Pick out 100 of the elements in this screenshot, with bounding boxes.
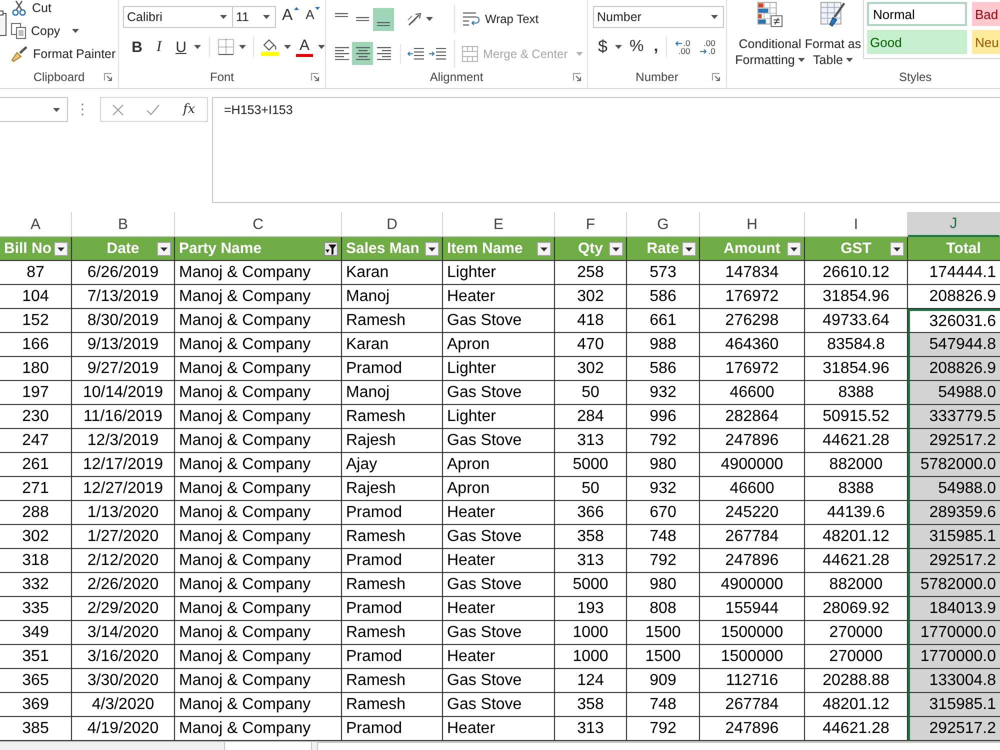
table-cell: 12/27/2019 [72, 477, 175, 501]
dropdown-icon[interactable] [425, 242, 439, 256]
table-cell: 313 [555, 429, 627, 453]
cell-style-option[interactable]: Good [867, 30, 967, 54]
text-orientation-icon[interactable] [407, 11, 423, 28]
column-header[interactable]: G [627, 212, 700, 237]
column-header[interactable]: B [72, 212, 175, 237]
column-header[interactable]: H [700, 212, 805, 237]
column-header[interactable]: A [0, 212, 72, 237]
format-painter-button[interactable]: Format Painter [9, 43, 118, 64]
table-cell: Ramesh [342, 573, 443, 597]
table-cell: 11/16/2019 [72, 405, 175, 429]
column-heading: Date [106, 240, 140, 257]
dropdown-icon[interactable] [787, 242, 801, 256]
checkmark-icon[interactable] [146, 104, 160, 116]
align-center-button[interactable] [352, 42, 373, 66]
dropdown-icon[interactable] [609, 242, 623, 256]
caret-icon[interactable] [263, 15, 270, 19]
shrink-font-button[interactable]: A [306, 7, 320, 27]
wrap-text-button[interactable]: Wrap Text [460, 8, 541, 30]
table-cell: 1500 [627, 621, 700, 645]
bold-button[interactable]: B [127, 36, 147, 58]
caret-icon[interactable] [318, 45, 325, 49]
table-cell: Heater [443, 645, 555, 669]
font-color-button[interactable]: A [296, 37, 313, 57]
table-cell: 349 [0, 621, 72, 645]
table-cell: 1000 [555, 621, 627, 645]
column-header[interactable]: E [443, 212, 555, 237]
percent-button[interactable]: % [629, 36, 644, 58]
column-heading: Total [946, 240, 981, 257]
table-cell: Ramesh [342, 525, 443, 549]
table-cell: Apron [443, 477, 555, 501]
cell-style-option[interactable]: Normal [867, 2, 967, 26]
indent-increase-icon[interactable] [429, 46, 446, 61]
table-cell: 12/17/2019 [72, 453, 175, 477]
grow-font-button[interactable]: A [282, 7, 299, 27]
table-cell: 333779.5 [908, 405, 1000, 429]
caret-icon[interactable] [220, 15, 227, 19]
caret-icon[interactable] [846, 58, 853, 62]
dialog-launcher-icon[interactable] [311, 72, 319, 80]
clipboard-icon[interactable] [0, 10, 7, 36]
dropdown-icon[interactable] [54, 242, 68, 256]
table-cell: 12/3/2019 [72, 429, 175, 453]
cell-style-option[interactable]: Neu [972, 30, 1000, 54]
table-cell: Ajay [342, 453, 443, 477]
dropdown-icon[interactable] [890, 242, 904, 256]
insert-function-button[interactable]: fx [183, 102, 196, 117]
column-header[interactable]: J [908, 212, 1000, 237]
horizontal-scrollbar[interactable] [317, 742, 1000, 750]
underline-button[interactable]: U [171, 36, 191, 58]
dialog-launcher-icon[interactable] [712, 72, 720, 80]
align-bottom-button[interactable] [373, 8, 394, 31]
filter-icon[interactable] [324, 242, 338, 256]
caret-icon[interactable] [194, 45, 201, 49]
cut-button[interactable]: Cut [9, 0, 54, 18]
caret-icon[interactable] [72, 28, 80, 32]
number-format-combo[interactable]: Number [593, 6, 724, 28]
caret-icon[interactable] [798, 58, 805, 62]
caret-icon[interactable] [239, 45, 246, 49]
cell-style-option[interactable]: Bad [972, 2, 1000, 26]
caret-icon[interactable] [426, 17, 433, 22]
cancel-icon[interactable] [112, 104, 124, 116]
borders-icon[interactable] [218, 39, 234, 55]
conditional-formatting-button[interactable]: Conditional Formatting [735, 0, 805, 68]
paint-bucket-icon[interactable] [261, 38, 279, 56]
formula-field[interactable]: =H153+I153 [212, 97, 1000, 203]
table-cell: Manoj & Company [175, 405, 342, 429]
column-header[interactable]: C [175, 212, 342, 237]
italic-button[interactable]: I [149, 36, 169, 58]
dialog-launcher-icon[interactable] [104, 72, 112, 80]
table-cell: 1770000.0 [908, 621, 1000, 645]
copy-button[interactable]: Copy [9, 20, 62, 41]
font-name-combo[interactable]: Calibri [123, 6, 233, 28]
currency-button[interactable]: $ [598, 36, 608, 58]
caret-icon[interactable] [711, 15, 718, 19]
table-cell: 573 [627, 261, 700, 285]
dropdown-icon[interactable] [682, 242, 696, 256]
format-as-table-button[interactable]: Format as Table [805, 0, 861, 68]
font-size-combo[interactable]: 11 [232, 6, 276, 28]
dialog-launcher-icon[interactable] [573, 72, 581, 80]
table-cell: Gas Stove [443, 309, 555, 333]
table-cell: Manoj & Company [175, 501, 342, 525]
column-header[interactable]: D [342, 212, 443, 237]
caret-icon[interactable] [615, 45, 622, 49]
table-cell: Manoj & Company [175, 597, 342, 621]
dropdown-icon[interactable] [537, 242, 551, 256]
increase-decimal-button[interactable]: .0 .00 [675, 39, 690, 55]
paintbrush-icon [11, 46, 28, 62]
indent-decrease-icon[interactable] [407, 46, 424, 61]
table-cell: Manoj & Company [175, 693, 342, 717]
caret-icon[interactable] [284, 45, 291, 49]
table-cell: 808 [627, 597, 700, 621]
caret-icon[interactable] [53, 108, 60, 112]
table-cell: 197 [0, 381, 72, 405]
column-header[interactable]: I [805, 212, 908, 237]
comma-style-button[interactable]: , [654, 36, 658, 58]
table-cell: 292517.2 [908, 717, 1000, 741]
decrease-decimal-button[interactable]: .00 .0 [700, 39, 716, 55]
column-header[interactable]: F [555, 212, 627, 237]
dropdown-icon[interactable] [157, 242, 171, 256]
